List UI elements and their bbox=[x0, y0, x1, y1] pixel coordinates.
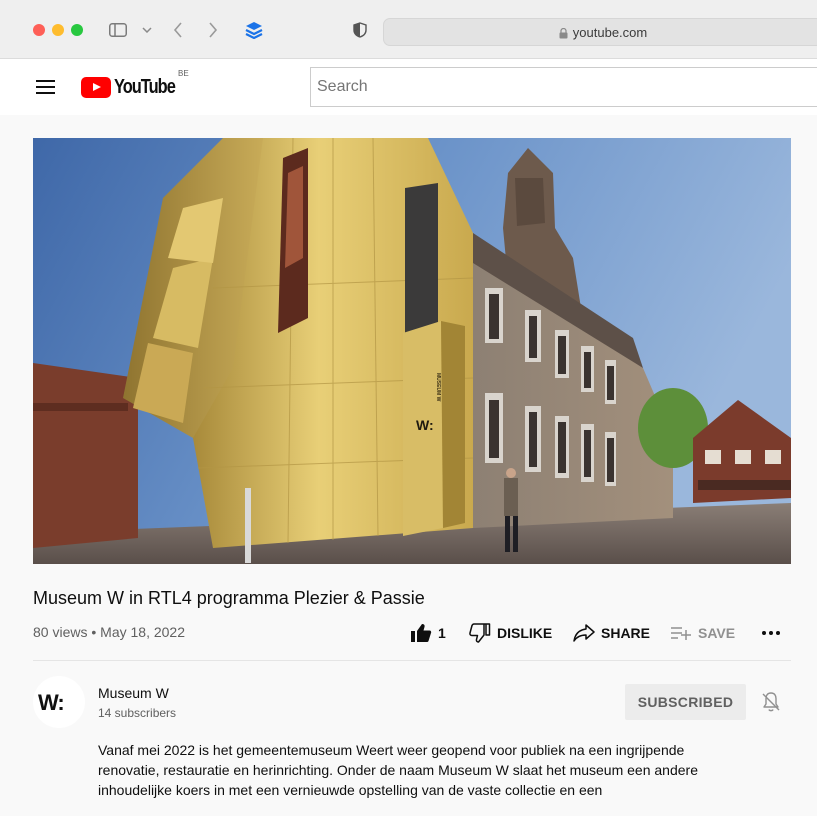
video-meta: 80 views • May 18, 2022 bbox=[33, 624, 185, 640]
video-player[interactable]: W: MUSEUM W bbox=[33, 138, 791, 564]
back-icon[interactable] bbox=[170, 17, 186, 43]
minimize-window-button[interactable] bbox=[52, 24, 64, 36]
sidebar-toggle-icon[interactable] bbox=[108, 17, 128, 43]
building-sign: W: bbox=[416, 417, 434, 433]
like-button[interactable]: 1 bbox=[410, 621, 446, 645]
menu-icon[interactable] bbox=[36, 80, 55, 94]
more-actions-button[interactable] bbox=[761, 621, 787, 645]
divider bbox=[33, 660, 791, 661]
browser-toolbar: youtube.com bbox=[0, 0, 817, 59]
save-label: SAVE bbox=[698, 625, 736, 641]
zoom-window-button[interactable] bbox=[71, 24, 83, 36]
logo-text: YouTube bbox=[114, 75, 176, 98]
more-icon bbox=[762, 631, 780, 635]
lock-icon bbox=[559, 27, 568, 38]
video-thumbnail: W: MUSEUM W bbox=[33, 138, 791, 564]
channel-name[interactable]: Museum W bbox=[98, 685, 169, 701]
share-icon bbox=[573, 624, 595, 642]
save-playlist-icon bbox=[671, 627, 691, 640]
region-code: BE bbox=[178, 69, 189, 78]
avatar-text: W: bbox=[38, 690, 64, 714]
upload-date: May 18, 2022 bbox=[100, 624, 185, 640]
subscribed-button[interactable]: SUBSCRIBED bbox=[625, 684, 746, 720]
facade-sign: MUSEUM W bbox=[435, 373, 441, 402]
like-count: 1 bbox=[438, 625, 446, 641]
video-description: Vanaf mei 2022 is het gemeentemuseum Wee… bbox=[98, 742, 698, 798]
buffer-extension-icon[interactable] bbox=[243, 17, 265, 43]
meta-separator: • bbox=[91, 624, 97, 640]
youtube-header: YouTube BE bbox=[0, 59, 817, 115]
search-input[interactable] bbox=[310, 67, 817, 107]
video-title: Museum W in RTL4 programma Plezier & Pas… bbox=[33, 588, 425, 608]
share-button[interactable]: SHARE bbox=[573, 621, 650, 645]
address-bar[interactable]: youtube.com bbox=[383, 18, 817, 46]
youtube-play-icon bbox=[81, 76, 111, 98]
view-count: 80 views bbox=[33, 624, 88, 640]
privacy-shield-icon[interactable] bbox=[350, 17, 370, 43]
thumbs-up-icon bbox=[411, 624, 432, 642]
avatar-logo: W: bbox=[38, 690, 65, 714]
url-text: youtube.com bbox=[572, 24, 648, 40]
dislike-button[interactable]: DISLIKE bbox=[469, 621, 552, 645]
bell-off-icon[interactable] bbox=[759, 690, 783, 714]
youtube-logo[interactable]: YouTube bbox=[81, 76, 188, 98]
dislike-label: DISLIKE bbox=[497, 625, 553, 641]
subscriber-count: 14 subscribers bbox=[98, 706, 177, 720]
share-label: SHARE bbox=[601, 625, 651, 641]
save-button[interactable]: SAVE bbox=[670, 621, 735, 645]
thumbs-down-icon bbox=[469, 623, 491, 643]
channel-avatar[interactable]: W: bbox=[33, 676, 85, 728]
chevron-down-icon[interactable] bbox=[140, 17, 154, 43]
forward-icon[interactable] bbox=[205, 17, 221, 43]
close-window-button[interactable] bbox=[33, 24, 45, 36]
